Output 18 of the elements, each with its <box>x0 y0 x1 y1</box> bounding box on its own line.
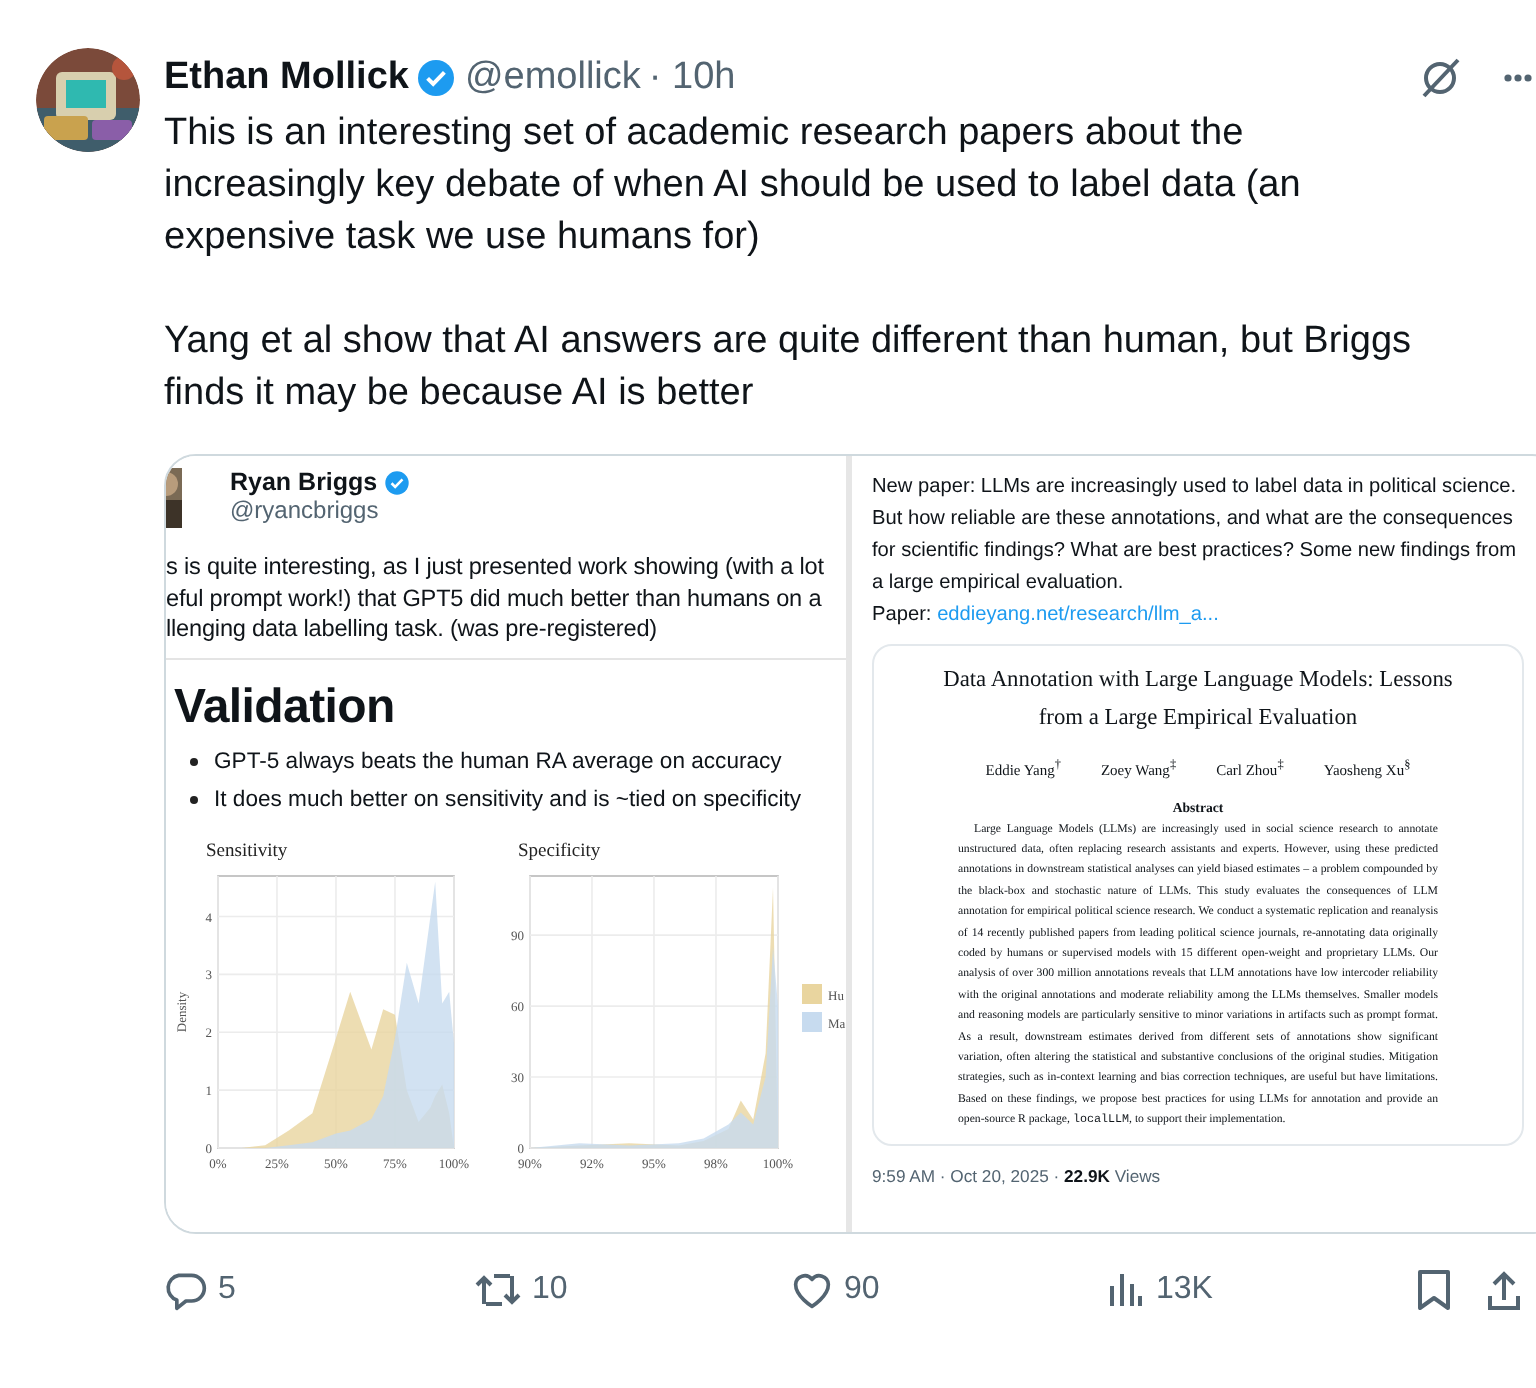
action-count: 10 <box>532 1272 568 1308</box>
quoted-author-name: Ryan Briggs <box>230 468 378 496</box>
bullet-text: It does much better on sensitivity and is ~tied on specificity <box>214 787 802 811</box>
action-count: 13K <box>1156 1272 1213 1308</box>
action-count: 90 <box>844 1272 880 1308</box>
quoted-text: s is quite interesting, as I just presented work showing (with a lot eful prompt work!) that GPT5 did much better than humans on a llenging data labelling task. (was pre-registered) <box>166 552 846 659</box>
chart-title: Specificity <box>518 841 601 861</box>
paper-title: Data Annotation with Large Language Models: Lessons from a Large Empirical Evaluation <box>941 666 1455 734</box>
post-text: This is an interesting set of academic research papers about the increasingly key debate of when AI should be used to label data (an expensive task we use humans for) <box>164 110 1303 262</box>
link-label: Paper: <box>872 604 932 626</box>
post-timestamp: 9:59 AM · Oct 20, 2025 · 22.9K Views <box>872 1165 1163 1186</box>
post-text: Yang et al show that AI answers are quite different than human, but Briggs finds it may be because AI is better <box>164 318 1414 418</box>
chart-title: Sensitivity <box>206 841 288 861</box>
action-count: 5 <box>218 1272 236 1308</box>
quoted-text: New paper: LLMs are increasingly used to label data in political science. But how reliable are these annotations, and what are the consequences for scientific findings? What are best practices? Some new findings from a large empirical evaluation. <box>872 474 1519 598</box>
quoted-author-handle: @ryancbriggs <box>230 496 381 524</box>
slide-heading: Validation <box>174 679 397 735</box>
bullet-text: GPT-5 always beats the human RA average on accuracy <box>214 749 782 773</box>
